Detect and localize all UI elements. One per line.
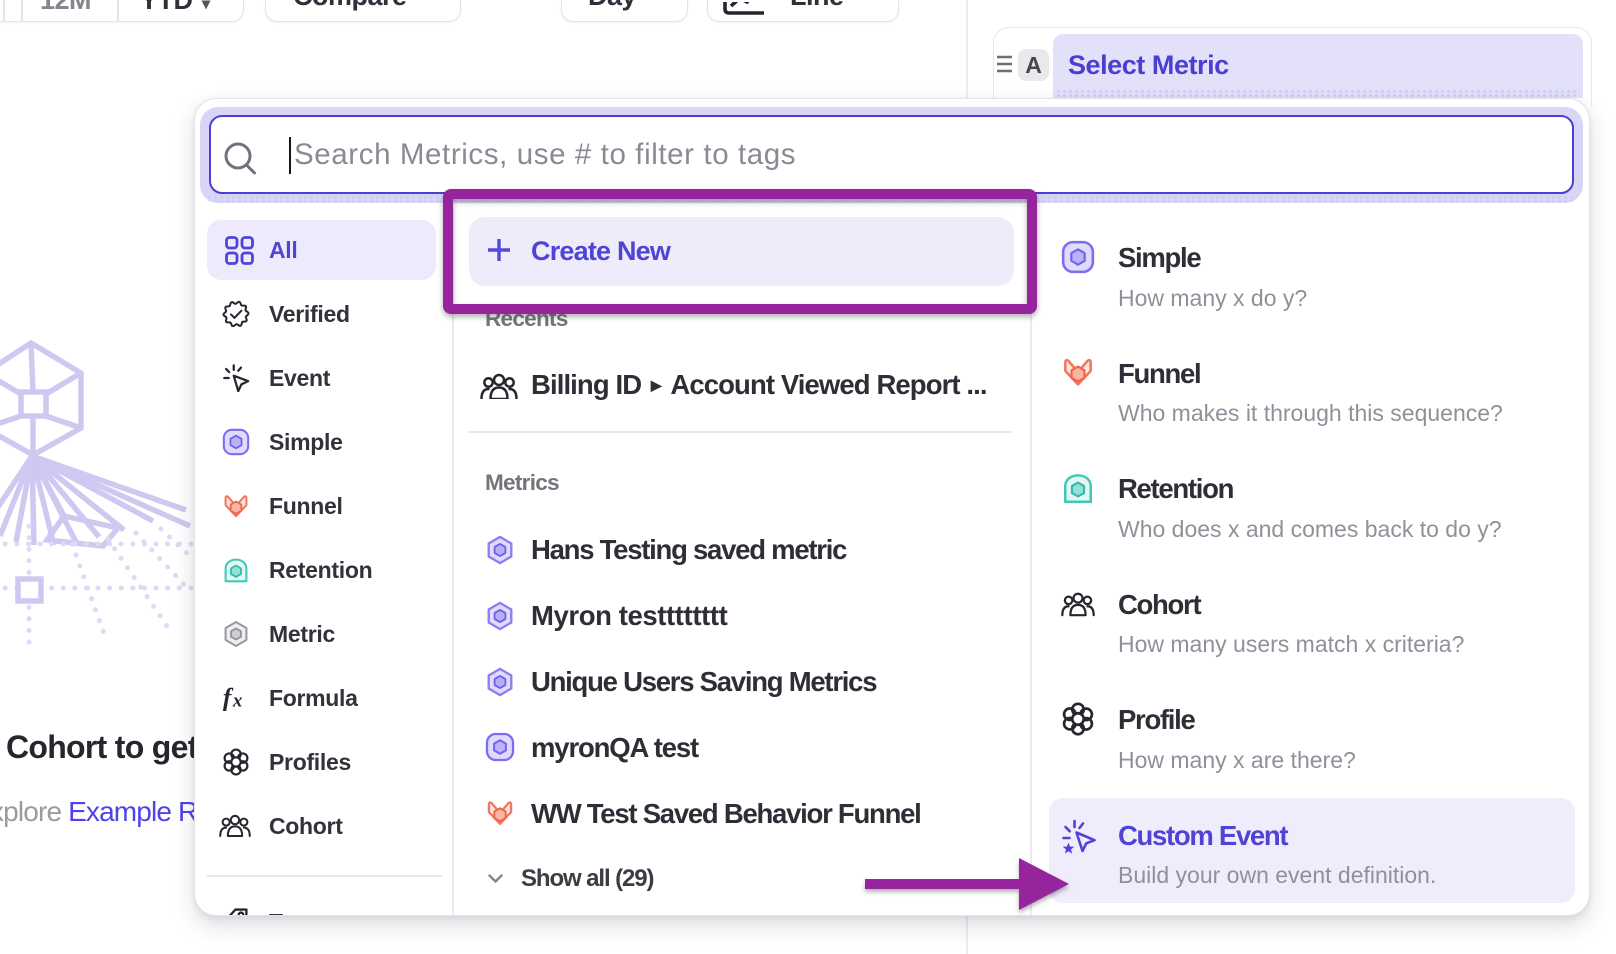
svg-text:x: x [231, 691, 242, 712]
